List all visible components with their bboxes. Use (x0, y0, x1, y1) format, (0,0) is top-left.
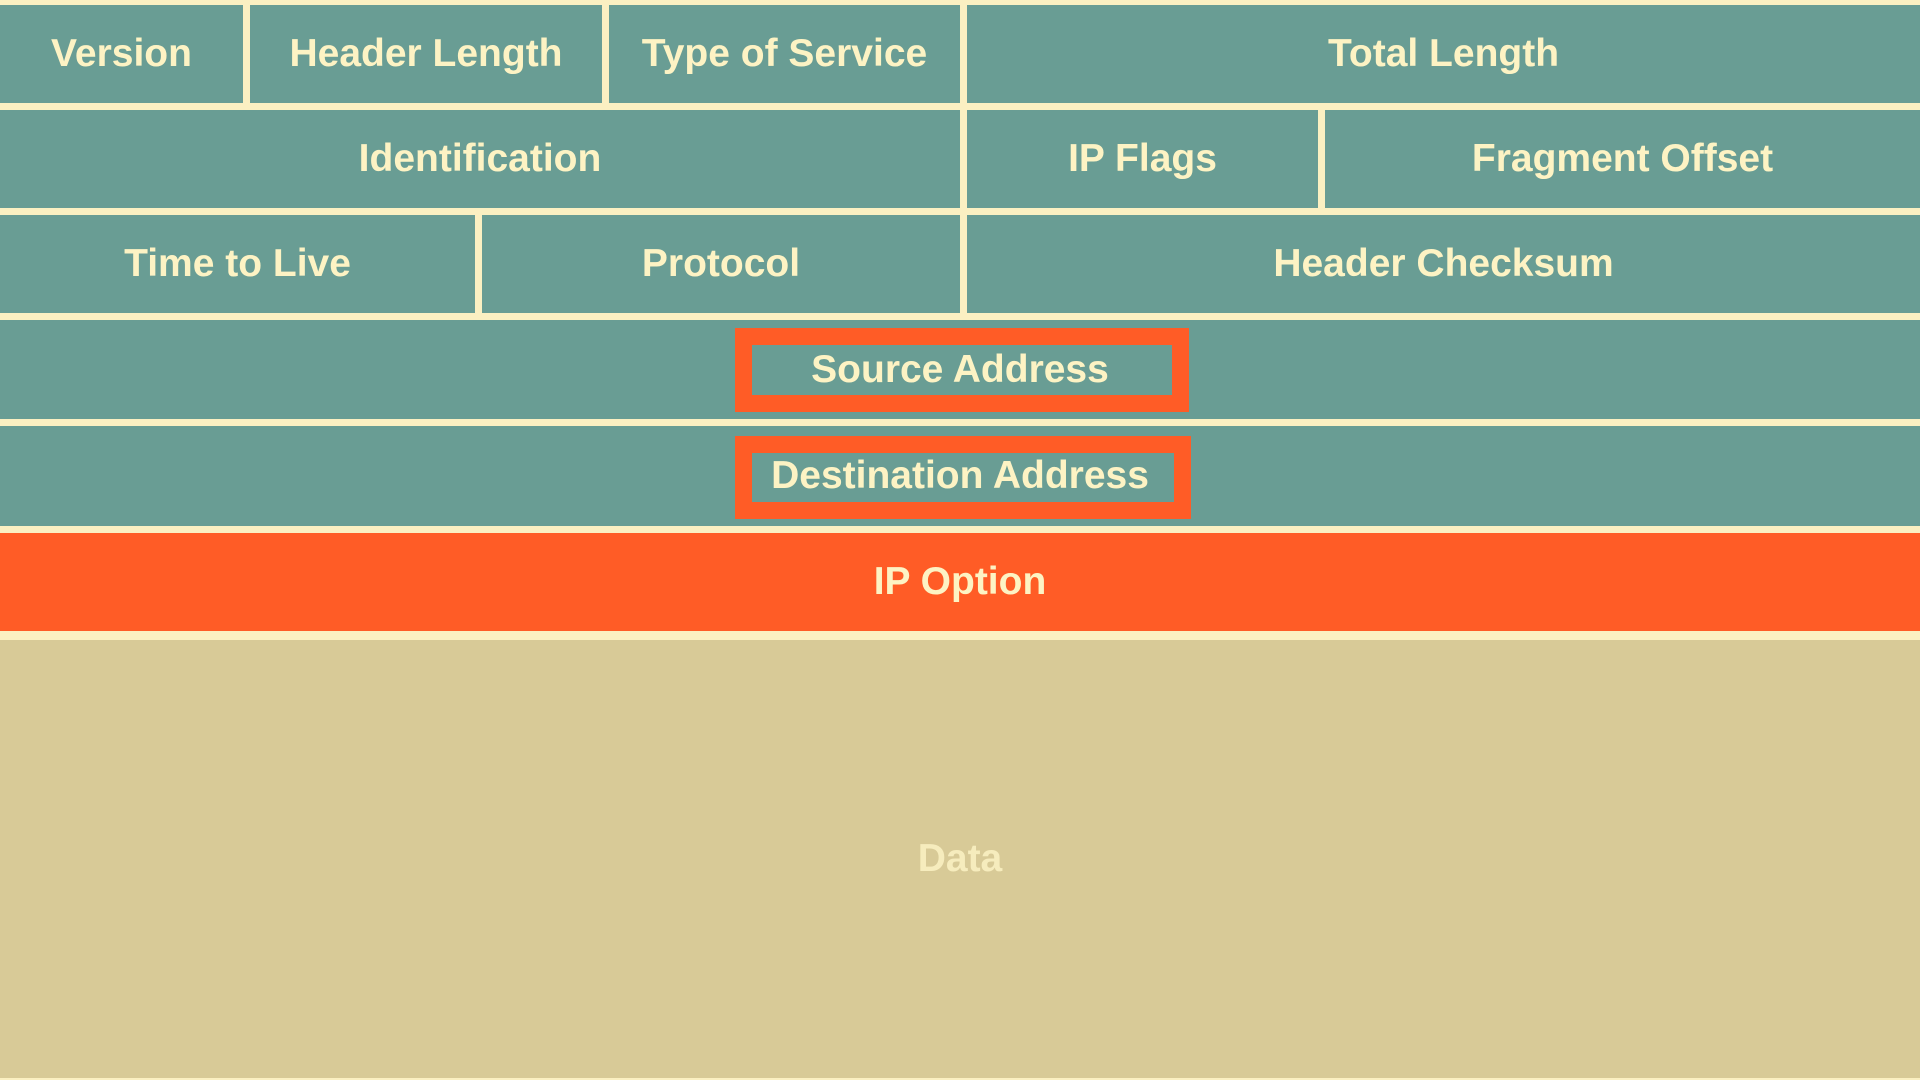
field-label: Fragment Offset (1471, 137, 1774, 180)
field-label: Version (51, 32, 192, 75)
field-label: Protocol (641, 242, 801, 285)
field-label: IP Flags (1068, 137, 1217, 180)
field-label: Source Address (811, 347, 1109, 391)
field-header-checksum: Header Checksum (967, 215, 1920, 313)
field-identification: Identification (0, 110, 960, 208)
field-label: Identification (358, 137, 602, 180)
field-data: Data (0, 640, 1920, 1078)
field-header-length: Header Length (250, 5, 602, 103)
field-total-length: Total Length (967, 5, 1920, 103)
field-version: Version (0, 5, 243, 103)
field-label: Type of Service (641, 32, 928, 75)
field-ip-option: IP Option (0, 533, 1920, 631)
field-fragment-offset: Fragment Offset (1325, 110, 1920, 208)
field-label: Header Checksum (1273, 242, 1614, 285)
field-label: Total Length (1327, 32, 1560, 75)
field-ip-flags: IP Flags (967, 110, 1318, 208)
field-label: Data (917, 837, 1003, 880)
field-protocol: Protocol (482, 215, 960, 313)
field-type-of-service: Type of Service (609, 5, 960, 103)
field-label: Header Length (289, 32, 563, 75)
field-label: Destination Address (771, 454, 1149, 497)
field-time-to-live: Time to Live (0, 215, 475, 313)
field-label: IP Option (873, 560, 1047, 603)
field-label: Time to Live (124, 242, 351, 285)
